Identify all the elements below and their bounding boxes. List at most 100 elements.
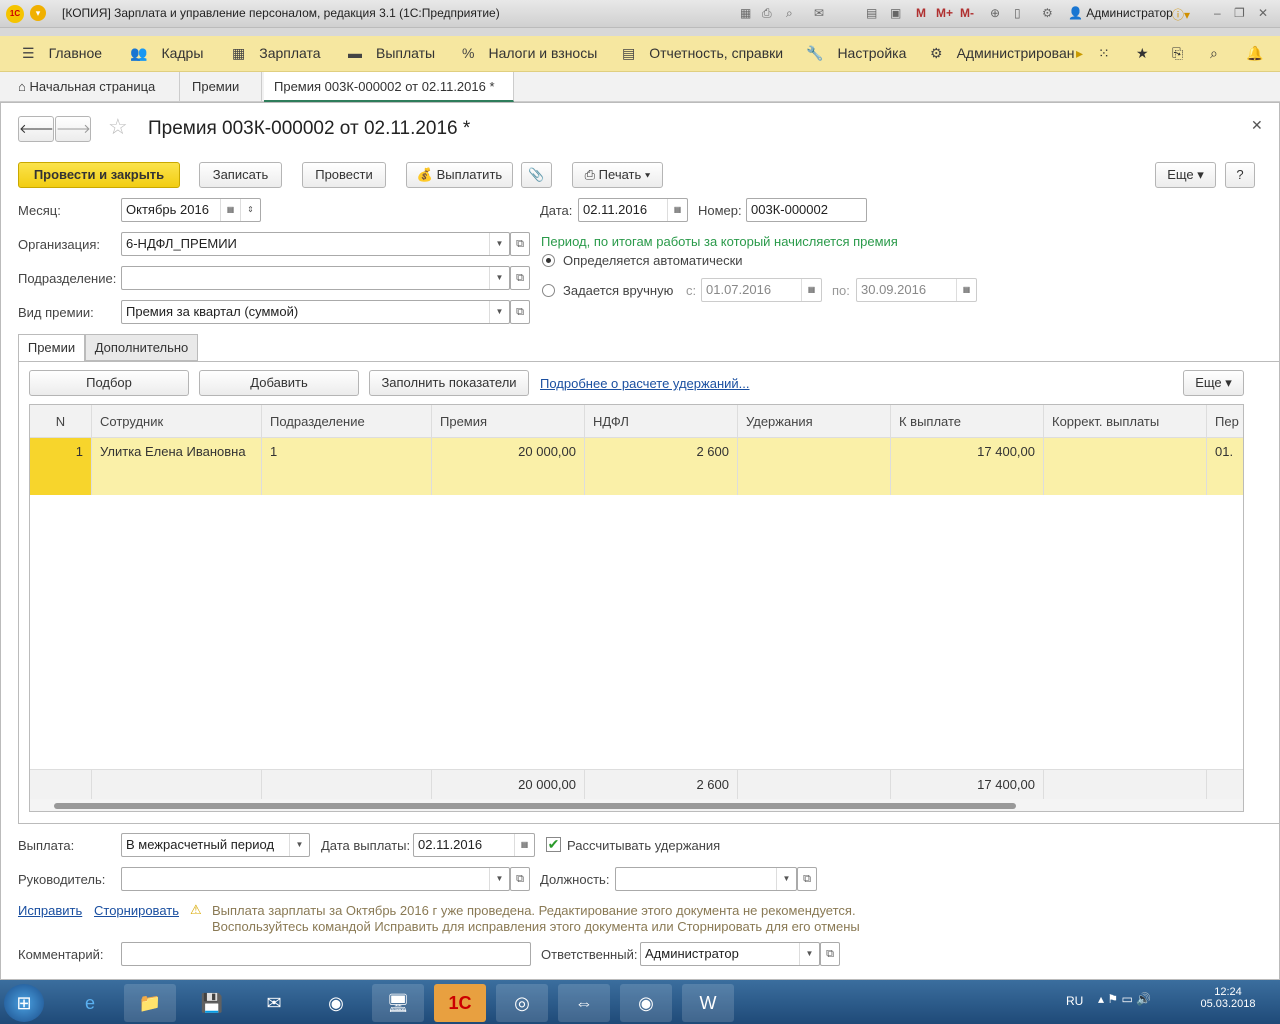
responsible-field[interactable]: Администратор ▼	[640, 942, 820, 966]
dropdown-icon[interactable]: ▼	[489, 233, 509, 255]
section-salary[interactable]: ▦ Зарплата	[232, 45, 321, 62]
teamviewer-icon[interactable]: ⇔	[558, 984, 610, 1022]
cell-department[interactable]: 1	[262, 438, 432, 495]
select-button[interactable]: Подбор	[29, 370, 189, 396]
section-taxes[interactable]: % Налоги и взносы	[462, 45, 597, 61]
details-link[interactable]: Подробнее о расчете удержаний...	[540, 376, 750, 391]
dropdown-icon[interactable]: ▼	[489, 267, 509, 289]
calendar-icon[interactable]: ▦	[956, 279, 976, 301]
header-n[interactable]: N	[30, 405, 92, 438]
preview-icon[interactable]: ⌕	[786, 6, 793, 21]
post-and-close-button[interactable]: Провести и закрыть	[18, 162, 180, 188]
info-icon[interactable]: ⓘ▾	[1172, 6, 1190, 23]
fill-indicators-button[interactable]: Заполнить показатели	[369, 370, 529, 396]
more-button[interactable]: Еще ▾	[1155, 162, 1216, 188]
m-minus-button[interactable]: M-	[960, 6, 974, 20]
word-icon[interactable]: W	[682, 984, 734, 1022]
cell-bonus[interactable]: 20 000,00	[432, 438, 585, 495]
dropdown-icon[interactable]: ▼	[489, 301, 509, 323]
section-main[interactable]: ☰ Главное	[22, 45, 102, 62]
header-deductions[interactable]: Удержания	[738, 405, 891, 438]
header-period[interactable]: Пер	[1207, 405, 1243, 438]
ie-icon[interactable]: e	[64, 984, 116, 1022]
support-icon[interactable]: ◎	[496, 984, 548, 1022]
print-icon[interactable]: ⎙	[762, 6, 772, 21]
restore-icon[interactable]: ❐	[1234, 6, 1245, 20]
user-label[interactable]: 👤 Администратор	[1068, 6, 1173, 20]
scrollbar-thumb[interactable]	[54, 803, 1016, 809]
head-field[interactable]: ▼	[121, 867, 510, 891]
kind-field[interactable]: Премия за квартал (суммой) ▼	[121, 300, 510, 324]
help-button[interactable]: ?	[1225, 162, 1255, 188]
open-position-icon[interactable]: ⧉	[797, 867, 817, 891]
dropdown-icon[interactable]: ▼	[289, 834, 309, 856]
open-dept-icon[interactable]: ⧉	[510, 266, 530, 290]
scroll-right-icon[interactable]: ▸	[1076, 45, 1083, 62]
section-settings[interactable]: 🔧 Настройка	[806, 45, 906, 62]
tab-home[interactable]: ⌂ Начальная страница	[8, 72, 180, 102]
m-button[interactable]: M	[916, 6, 926, 20]
section-admin[interactable]: ⚙ Администрирован	[930, 45, 1074, 62]
calculator-icon[interactable]: ▤	[866, 6, 877, 20]
pay-button[interactable]: 💰 Выплатить	[406, 162, 513, 188]
header-correction[interactable]: Коррект. выплаты	[1044, 405, 1207, 438]
header-ndfl[interactable]: НДФЛ	[585, 405, 738, 438]
calendar-icon[interactable]: ▦	[220, 199, 240, 221]
open-org-icon[interactable]: ⧉	[510, 232, 530, 256]
month-stepper[interactable]: ⇕	[240, 199, 260, 221]
panel-icon[interactable]: ▯	[1014, 6, 1021, 20]
auto-radio[interactable]	[542, 254, 555, 267]
tools-icon[interactable]: ⚙	[1042, 6, 1053, 20]
calendar-icon[interactable]: ▦	[514, 834, 534, 856]
search-icon[interactable]: ⌕	[1210, 45, 1218, 62]
close-form-icon[interactable]: ✕	[1251, 117, 1263, 134]
tab-bonus-doc[interactable]: Премия 003К-000002 от 02.11.2016 * ✕	[264, 72, 514, 124]
comment-field[interactable]	[121, 942, 531, 966]
number-field[interactable]: 003К-000002	[746, 198, 867, 222]
tab-additional[interactable]: Дополнительно	[85, 334, 198, 361]
cell-correction[interactable]	[1044, 438, 1207, 495]
save-icon[interactable]: ▦	[740, 6, 751, 20]
grid-more-button[interactable]: Еще ▾	[1183, 370, 1244, 396]
open-head-icon[interactable]: ⧉	[510, 867, 530, 891]
close-window-icon[interactable]: ✕	[1258, 6, 1268, 20]
save-button[interactable]: Записать	[199, 162, 282, 188]
language-indicator[interactable]: RU	[1066, 994, 1083, 1008]
calendar-icon[interactable]: ▣	[890, 6, 901, 20]
storno-link[interactable]: Сторнировать	[94, 903, 179, 918]
apps-grid-icon[interactable]: ⁙	[1098, 45, 1110, 62]
1c-taskbar-icon[interactable]: 1С	[434, 984, 486, 1022]
chrome-icon-2[interactable]: ◉	[620, 984, 672, 1022]
add-button[interactable]: Добавить	[199, 370, 359, 396]
mail-icon[interactable]: ✉	[814, 6, 824, 20]
back-button[interactable]: 🡐	[18, 116, 54, 142]
start-button[interactable]: ⊞	[4, 984, 44, 1022]
cell-deductions[interactable]	[738, 438, 891, 495]
org-field[interactable]: 6-НДФЛ_ПРЕМИИ ▼	[121, 232, 510, 256]
horizontal-scrollbar[interactable]	[30, 799, 1243, 811]
bell-icon[interactable]: 🔔	[1246, 45, 1263, 62]
header-to-pay[interactable]: К выплате	[891, 405, 1044, 438]
tray-icons[interactable]: ▴ ⚑ ▭ 🔊	[1098, 992, 1151, 1006]
section-hr[interactable]: 👥 Кадры	[130, 45, 203, 62]
outlook-icon[interactable]: ✉	[248, 984, 300, 1022]
paydate-field[interactable]: 02.11.2016 ▦	[413, 833, 535, 857]
favorites-star-icon[interactable]: ★	[1136, 45, 1149, 62]
calc-deductions-checkbox[interactable]: ✔	[546, 837, 561, 852]
remote-desktop-icon[interactable]: 🖥	[372, 984, 424, 1022]
date-field[interactable]: 02.11.2016 ▦	[578, 198, 688, 222]
cell-ndfl[interactable]: 2 600	[585, 438, 738, 495]
payment-field[interactable]: В межрасчетный период ▼	[121, 833, 310, 857]
zoom-icon[interactable]: ⊕	[990, 6, 1000, 20]
open-kind-icon[interactable]: ⧉	[510, 300, 530, 324]
position-field[interactable]: ▼	[615, 867, 797, 891]
dropdown-icon[interactable]: ▼	[799, 943, 819, 965]
section-reports[interactable]: ▤ Отчетность, справки	[622, 45, 783, 62]
open-responsible-icon[interactable]: ⧉	[820, 942, 840, 966]
dropdown-icon[interactable]: ▼	[489, 868, 509, 890]
calendar-icon[interactable]: ▦	[801, 279, 821, 301]
month-field[interactable]: Октябрь 2016 ▦ ⇕	[121, 198, 261, 222]
fix-link[interactable]: Исправить	[18, 903, 82, 918]
dept-field[interactable]: ▼	[121, 266, 510, 290]
dropdown-icon[interactable]: ▼	[776, 868, 796, 890]
